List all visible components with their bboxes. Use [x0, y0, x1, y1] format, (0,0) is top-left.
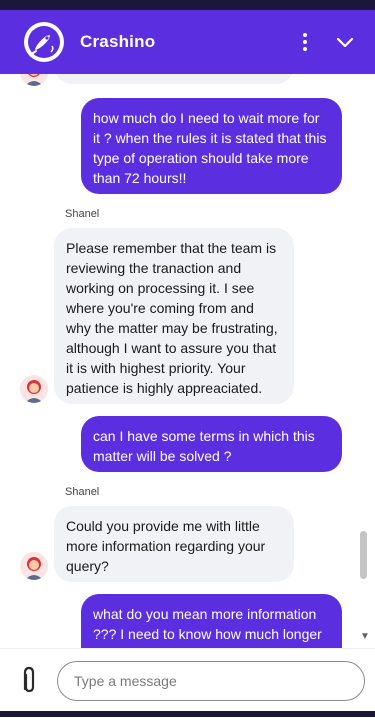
- message-input[interactable]: [57, 661, 365, 701]
- scroll-down-arrow-icon[interactable]: ▼: [360, 631, 370, 642]
- agent-avatar: [20, 552, 48, 580]
- chat-header: Crashino: [0, 10, 375, 74]
- agent-avatar: [20, 74, 48, 86]
- sender-name: Shanel: [65, 486, 100, 498]
- agent-message-bubble: Please remember that the team is reviewi…: [54, 228, 294, 404]
- message-composer: [0, 648, 375, 718]
- sender-name: Shanel: [65, 208, 100, 220]
- scrollbar-thumb[interactable]: [360, 531, 367, 579]
- user-message-bubble: can I have some terms in which this matt…: [81, 416, 342, 472]
- agent-message-bubble: Could you provide me with little more in…: [54, 506, 294, 582]
- agent-avatar: [20, 375, 48, 403]
- window-top-strip: [0, 0, 375, 10]
- rocket-logo-icon: [24, 22, 64, 62]
- previous-message-bubble: [54, 74, 294, 84]
- message-list[interactable]: how much do I need to wait more for it ?…: [0, 74, 375, 648]
- paperclip-icon[interactable]: [18, 665, 40, 695]
- chevron-down-icon[interactable]: [334, 32, 356, 52]
- user-message-bubble: what do you mean more information ??? I …: [81, 594, 342, 648]
- kebab-menu-icon[interactable]: [298, 30, 312, 54]
- window-bottom-strip: [0, 711, 375, 717]
- app-title: Crashino: [80, 32, 156, 51]
- user-message-bubble: how much do I need to wait more for it ?…: [81, 98, 342, 194]
